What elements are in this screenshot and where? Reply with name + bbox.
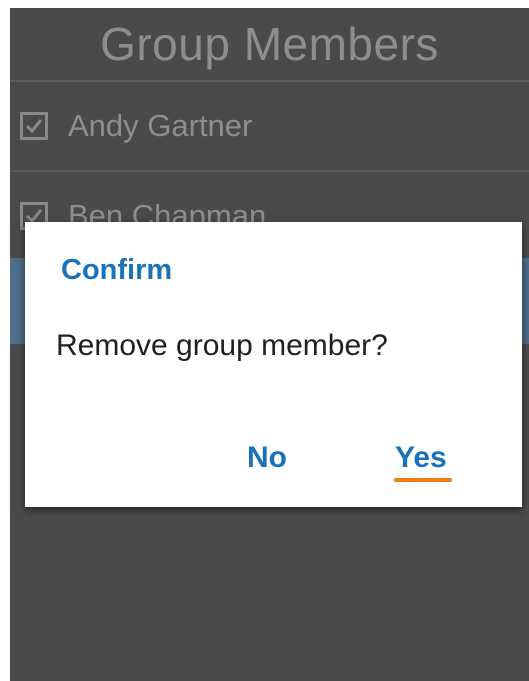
dialog-message: Remove group member? <box>56 329 388 362</box>
header: Group Members <box>10 8 529 82</box>
dialog-title: Confirm <box>61 254 173 286</box>
member-checkbox[interactable] <box>20 112 48 140</box>
member-row-andy-gartner[interactable]: Andy Gartner <box>10 82 529 172</box>
page-title: Group Members <box>100 18 439 70</box>
checkmark-icon <box>25 119 43 134</box>
confirm-dialog: Confirm Remove group member? No Yes <box>25 222 522 507</box>
yes-button-focus-underline <box>394 478 452 482</box>
member-name: Andy Gartner <box>68 108 253 143</box>
yes-button[interactable]: Yes <box>395 441 447 475</box>
no-button[interactable]: No <box>247 441 287 475</box>
